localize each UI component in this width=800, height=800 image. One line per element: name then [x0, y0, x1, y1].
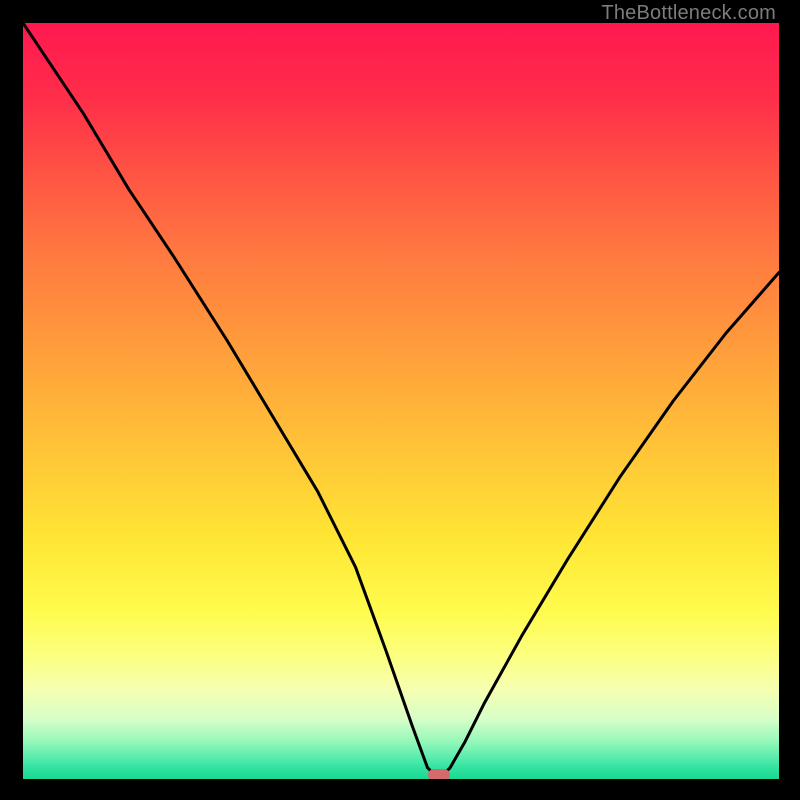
watermark-text: TheBottleneck.com	[601, 2, 776, 25]
optimal-marker	[428, 769, 450, 779]
chart-frame: TheBottleneck.com	[0, 0, 800, 800]
plot-area	[23, 23, 779, 779]
bottleneck-curve	[23, 23, 779, 779]
